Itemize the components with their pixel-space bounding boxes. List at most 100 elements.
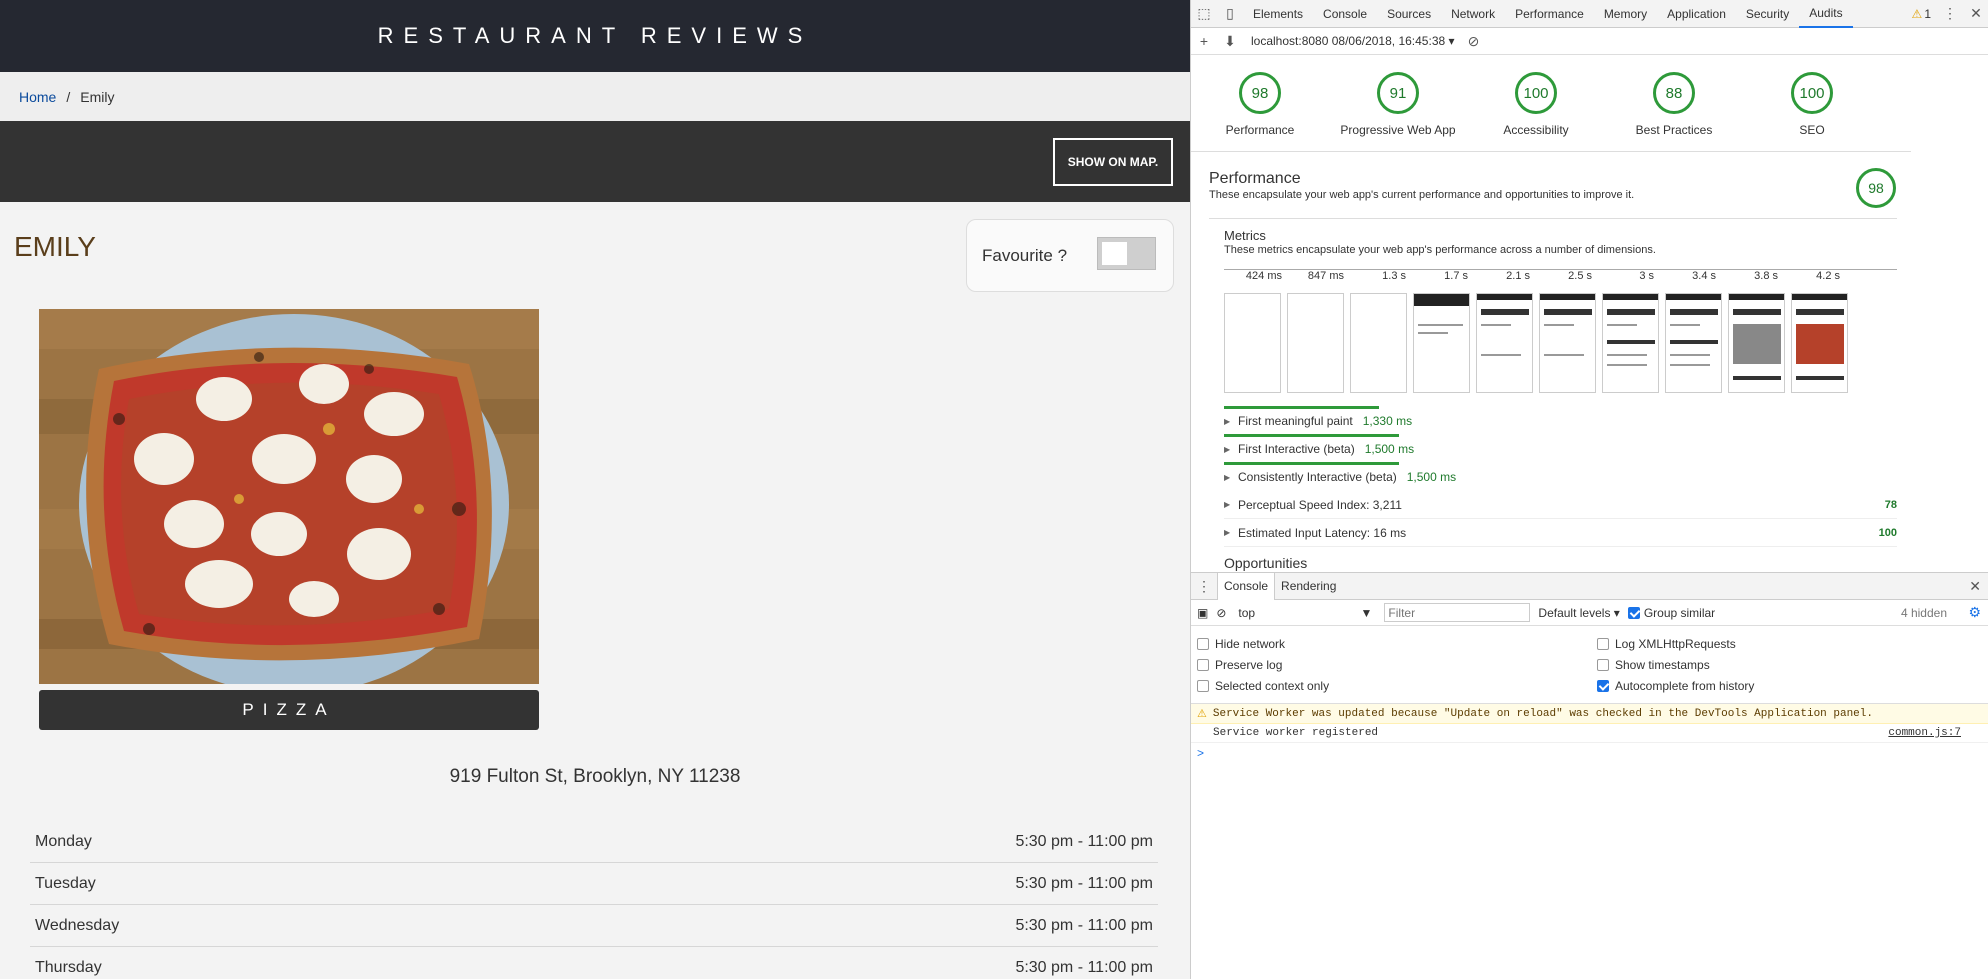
- report-label: localhost:8080 08/06/2018, 16:45:38: [1251, 34, 1446, 48]
- hours-time: 5:30 pm - 11:00 pm: [1015, 832, 1153, 850]
- prompt-caret-icon: >: [1197, 745, 1205, 760]
- clear-console-icon[interactable]: ⊘: [1216, 606, 1226, 620]
- tab-elements[interactable]: Elements: [1243, 0, 1313, 28]
- more-options-icon[interactable]: ⋮: [1937, 0, 1963, 28]
- log-levels-label: Default levels: [1538, 605, 1611, 620]
- metric-value: 1,330 ms: [1362, 414, 1413, 428]
- preserve-log-checkbox[interactable]: [1197, 659, 1209, 671]
- filmstrip-timeline: 424 ms 847 ms 1.3 s 1.7 s 2.1 s 2.5 s 3 …: [1224, 270, 1844, 286]
- option-autocomplete[interactable]: Autocomplete from history: [1597, 679, 1754, 693]
- console-settings-icon[interactable]: ⚙: [1968, 604, 1981, 621]
- expand-arrow-icon: ▶: [1224, 528, 1231, 537]
- gauge-performance[interactable]: 98 Performance: [1191, 55, 1329, 151]
- new-audit-icon[interactable]: +: [1191, 27, 1217, 55]
- metric-row[interactable]: ▶ Estimated Input Latency: 16 ms 100: [1224, 519, 1897, 547]
- restaurant-name: EMILY: [14, 231, 96, 262]
- option-log-xhr[interactable]: Log XMLHttpRequests: [1597, 637, 1736, 651]
- tab-memory[interactable]: Memory: [1594, 0, 1657, 28]
- option-label: Hide network: [1215, 637, 1286, 651]
- gauge-ring: 100: [1791, 72, 1833, 114]
- warnings-counter[interactable]: ⚠ 1: [1906, 7, 1937, 21]
- breadcrumb-separator: /: [66, 88, 71, 105]
- gauge-accessibility[interactable]: 100 Accessibility: [1467, 55, 1605, 151]
- metric-value: 1,500 ms: [1406, 470, 1457, 484]
- show-timestamps-checkbox[interactable]: [1597, 659, 1609, 671]
- option-hide-network[interactable]: Hide network: [1197, 637, 1285, 651]
- console-drawer: ⋮ Console Rendering ✕ ▣ ⊘ top ▼ Default …: [1191, 572, 1988, 979]
- console-prompt[interactable]: >: [1191, 743, 1988, 762]
- hide-network-checkbox[interactable]: [1197, 638, 1209, 650]
- show-on-map-button[interactable]: SHOW ON MAP.: [1053, 138, 1173, 186]
- selected-context-checkbox[interactable]: [1197, 680, 1209, 692]
- option-label: Log XMLHttpRequests: [1615, 637, 1736, 651]
- drawer-tab-console[interactable]: Console: [1217, 572, 1276, 600]
- report-selector[interactable]: localhost:8080 08/06/2018, 16:45:38 ▾: [1251, 34, 1455, 48]
- breadcrumb-home-link[interactable]: Home: [19, 89, 56, 105]
- performance-section-header: Performance These encapsulate your web a…: [1209, 170, 1899, 201]
- devtools: ⬚ ▯ Elements Console Sources Network Per…: [1190, 0, 1988, 979]
- tab-network[interactable]: Network: [1441, 0, 1505, 28]
- tab-audits[interactable]: Audits: [1799, 0, 1853, 28]
- option-show-timestamps[interactable]: Show timestamps: [1597, 658, 1710, 672]
- show-sidebar-icon[interactable]: ▣: [1197, 606, 1208, 620]
- drawer-menu-icon[interactable]: ⋮: [1191, 572, 1217, 600]
- download-report-icon[interactable]: ⬇: [1217, 27, 1243, 55]
- hours-day: Thursday: [35, 958, 102, 976]
- favourite-label: Favourite ?: [982, 245, 1068, 265]
- close-drawer-icon[interactable]: ✕: [1969, 578, 1981, 595]
- log-levels-dropdown[interactable]: Default levels ▾: [1538, 606, 1619, 620]
- clear-icon[interactable]: ⊘: [1461, 27, 1487, 55]
- breadcrumb: Home / Emily: [0, 72, 1190, 121]
- gauge-seo[interactable]: 100 SEO: [1743, 55, 1881, 151]
- timeline-label: 3 s: [1639, 270, 1654, 282]
- filmstrip-frame: [1287, 293, 1344, 393]
- gauge-label: Best Practices: [1635, 123, 1713, 137]
- timeline-label: 1.7 s: [1444, 270, 1468, 282]
- tab-sources[interactable]: Sources: [1377, 0, 1441, 28]
- restaurant-app: RESTAURANT REVIEWS Home / Emily SHOW ON …: [0, 0, 1190, 979]
- breadcrumb-current: Emily: [80, 88, 115, 105]
- metric-row[interactable]: ▶ Perceptual Speed Index: 3,211 78: [1224, 491, 1897, 519]
- gauge-ring: 100: [1515, 72, 1557, 114]
- option-preserve-log[interactable]: Preserve log: [1197, 658, 1282, 672]
- tab-console[interactable]: Console: [1313, 0, 1377, 28]
- metrics-header: Metrics These metrics encapsulate your w…: [1224, 228, 1656, 256]
- gauge-label: Progressive Web App: [1340, 123, 1456, 137]
- context-selector[interactable]: top ▼: [1234, 604, 1376, 622]
- hours-day: Tuesday: [35, 874, 96, 892]
- tab-performance[interactable]: Performance: [1505, 0, 1594, 28]
- metric-list: ▶ First meaningful paint 1,330 ms ▶ Firs…: [1224, 406, 1897, 547]
- audits-toolbar: + ⬇ localhost:8080 08/06/2018, 16:45:38 …: [1191, 28, 1988, 55]
- inspect-element-icon[interactable]: ⬚: [1191, 0, 1217, 28]
- timeline-label: 1.3 s: [1382, 270, 1406, 282]
- warning-icon: ⚠: [1911, 6, 1923, 21]
- timeline-label: 3.4 s: [1692, 270, 1716, 282]
- autocomplete-checkbox[interactable]: [1597, 680, 1609, 692]
- gauge-pwa[interactable]: 91 Progressive Web App: [1329, 55, 1467, 151]
- map-bar: SHOW ON MAP.: [0, 121, 1190, 202]
- metric-row[interactable]: ▶ First Interactive (beta) 1,500 ms: [1224, 434, 1897, 463]
- devtools-tab-bar: ⬚ ▯ Elements Console Sources Network Per…: [1191, 0, 1988, 28]
- site-title[interactable]: RESTAURANT REVIEWS: [378, 23, 813, 49]
- favourite-toggle[interactable]: [1097, 237, 1156, 270]
- console-warning-message: ⚠ Service Worker was updated because "Up…: [1191, 704, 1988, 724]
- tab-security[interactable]: Security: [1736, 0, 1799, 28]
- drawer-tab-rendering[interactable]: Rendering: [1275, 573, 1342, 600]
- group-similar-checkbox[interactable]: [1627, 606, 1640, 619]
- device-toolbar-icon[interactable]: ▯: [1217, 0, 1243, 28]
- metric-bar: [1224, 434, 1399, 437]
- log-xhr-checkbox[interactable]: [1597, 638, 1609, 650]
- timeline-label: 424 ms: [1245, 270, 1282, 282]
- close-devtools-icon[interactable]: ✕: [1963, 0, 1988, 28]
- option-selected-context[interactable]: Selected context only: [1197, 679, 1329, 693]
- screen: RESTAURANT REVIEWS Home / Emily SHOW ON …: [0, 0, 1988, 979]
- gauge-best-practices[interactable]: 88 Best Practices: [1605, 55, 1743, 151]
- metric-row[interactable]: ▶ Consistently Interactive (beta) 1,500 …: [1224, 462, 1897, 491]
- metrics-desc: These metrics encapsulate your web app's…: [1224, 244, 1656, 256]
- tab-application[interactable]: Application: [1657, 0, 1736, 28]
- metric-row[interactable]: ▶ First meaningful paint 1,330 ms: [1224, 406, 1897, 435]
- group-similar-option[interactable]: Group similar: [1627, 606, 1715, 620]
- log-source-link[interactable]: common.js:7: [1888, 727, 1961, 739]
- metric-label: Consistently Interactive (beta): [1238, 470, 1397, 484]
- console-filter-input[interactable]: [1384, 603, 1531, 622]
